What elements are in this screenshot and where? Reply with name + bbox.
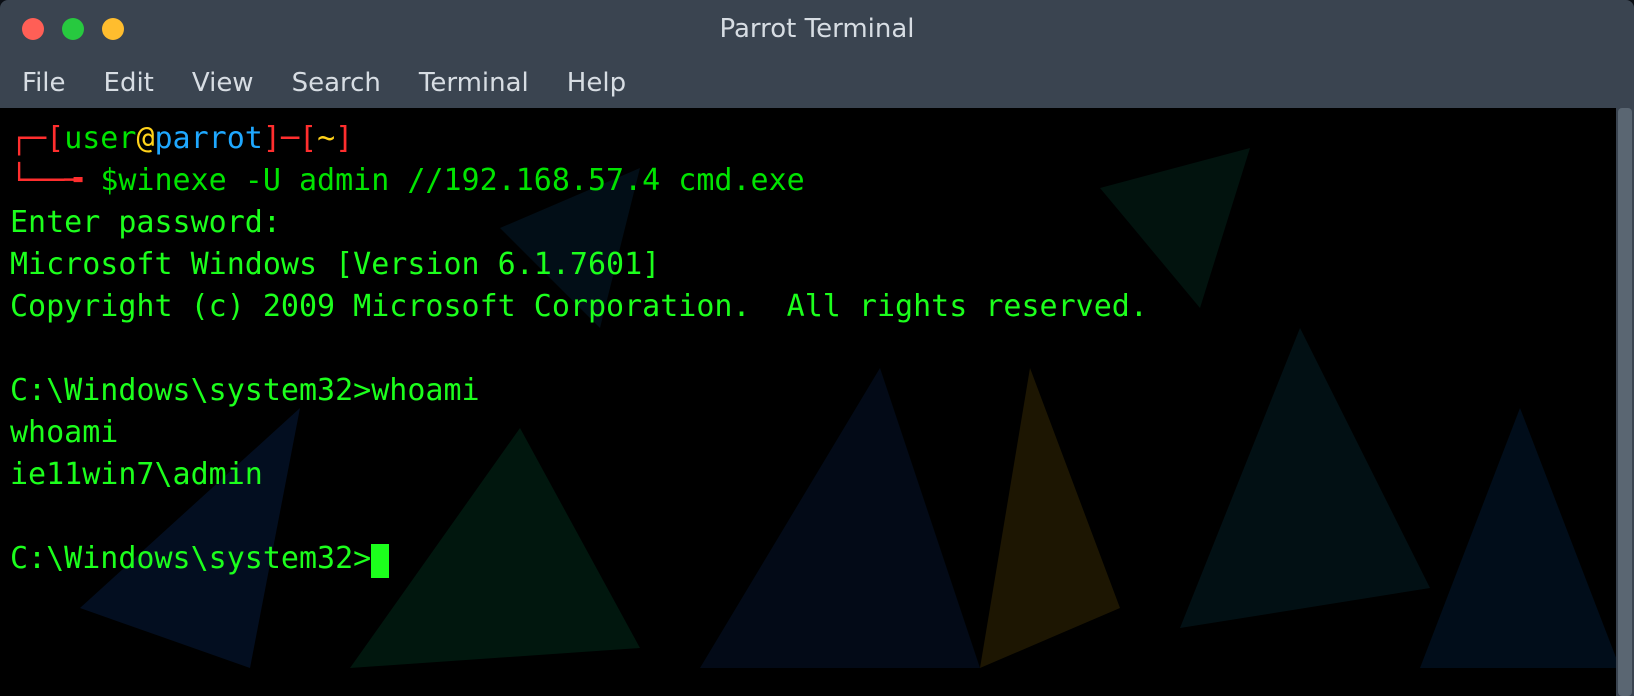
prompt-sep: ─: [281, 121, 299, 156]
output-enter-password: Enter password:: [10, 205, 281, 240]
entered-command: winexe -U admin //192.168.57.4 cmd.exe: [118, 163, 804, 198]
output-prompt2: C:\Windows\system32>: [10, 541, 371, 576]
window-controls: [22, 18, 124, 40]
prompt-host: parrot: [155, 121, 263, 156]
output-ms-version: Microsoft Windows [Version 6.1.7601]: [10, 247, 660, 282]
terminal-area[interactable]: ┌─[user@parrot]─[~] └──╼ $winexe -U admi…: [0, 108, 1634, 696]
prompt-rbracket2: ]: [335, 121, 353, 156]
menu-view[interactable]: View: [192, 68, 254, 98]
scroll-thumb[interactable]: [1618, 108, 1632, 696]
output-copyright: Copyright (c) 2009 Microsoft Corporation…: [10, 289, 1148, 324]
terminal-window: Parrot Terminal File Edit View Search Te…: [0, 0, 1634, 696]
prompt-corner-bot: └──╼: [10, 163, 100, 198]
window-title: Parrot Terminal: [0, 14, 1634, 44]
titlebar[interactable]: Parrot Terminal: [0, 0, 1634, 58]
prompt-corner-top: ┌─: [10, 121, 46, 156]
prompt-rbracket1: ]: [263, 121, 281, 156]
menu-file[interactable]: File: [22, 68, 66, 98]
prompt-lbracket2: [: [299, 121, 317, 156]
prompt-at: @: [136, 121, 154, 156]
menu-search[interactable]: Search: [292, 68, 381, 98]
close-icon[interactable]: [22, 18, 44, 40]
output-prompt1: C:\Windows\system32>whoami: [10, 373, 480, 408]
menubar: File Edit View Search Terminal Help: [0, 58, 1634, 108]
cursor-icon: [371, 544, 389, 578]
output-echo1: whoami: [10, 415, 118, 450]
menu-edit[interactable]: Edit: [104, 68, 154, 98]
menu-terminal[interactable]: Terminal: [419, 68, 529, 98]
minimize-icon[interactable]: [62, 18, 84, 40]
prompt-lbracket1: [: [46, 121, 64, 156]
maximize-icon[interactable]: [102, 18, 124, 40]
prompt-user: user: [64, 121, 136, 156]
menu-help[interactable]: Help: [567, 68, 626, 98]
terminal-content[interactable]: ┌─[user@parrot]─[~] └──╼ $winexe -U admi…: [0, 108, 1634, 590]
prompt-dollar: $: [100, 163, 118, 198]
output-result1: ie11win7\admin: [10, 457, 263, 492]
prompt-cwd: ~: [317, 121, 335, 156]
scrollbar[interactable]: [1616, 108, 1634, 696]
